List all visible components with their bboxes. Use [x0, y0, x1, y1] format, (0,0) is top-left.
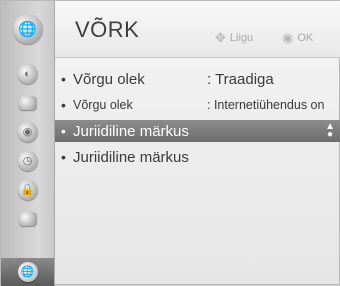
- sidebar-header: 🌐: [1, 1, 54, 57]
- row-bullet: •: [61, 123, 66, 139]
- move-hint: ✥ Liigu: [215, 30, 253, 46]
- sidebar-item-screen[interactable]: [1, 90, 54, 116]
- four-arrows-icon: ✥: [215, 30, 226, 45]
- scroll-arrows-icon: ▲ ●: [325, 121, 335, 140]
- lock-icon: 🔒: [17, 180, 38, 200]
- menu-row-legal-notice[interactable]: • Juriidiline märkus: [61, 146, 340, 168]
- sidebar-item-options[interactable]: [1, 206, 54, 232]
- page-title: VÕRK: [75, 17, 140, 42]
- ok-hint-label: OK: [297, 32, 314, 44]
- row-label: Võrgu olek: [73, 70, 145, 88]
- ok-hint: ◉ OK: [282, 30, 313, 46]
- menu-header: VÕRK ✥ Liigu ◉ OK: [55, 1, 340, 58]
- sidebar-item-picture[interactable]: ◐: [1, 61, 54, 87]
- network-icon: 🌐: [17, 262, 38, 282]
- globe-network-icon: 🌐: [12, 14, 43, 44]
- menu-row-network-status-wired[interactable]: • Võrgu olek : Traadiga: [61, 68, 340, 90]
- network-menu-panel: 🌐 ◐ ◉ ◷ 🔒 🌐 VÕRK ✥ Liigu ◉ OK • Võrgu ol…: [0, 0, 340, 286]
- menu-row-network-status-internet[interactable]: • Võrgu olek : Internetiühendus on: [61, 94, 340, 116]
- speaker-icon: ◉: [17, 122, 38, 142]
- row-label: Juriidiline märkus: [73, 122, 189, 140]
- row-label: Juriidiline märkus: [73, 148, 189, 166]
- row-bullet: •: [61, 149, 66, 165]
- picture-icon: ◐: [17, 64, 38, 84]
- sidebar-item-lock[interactable]: 🔒: [1, 177, 54, 203]
- sidebar-item-time[interactable]: ◷: [1, 148, 54, 174]
- row-bullet: •: [61, 71, 66, 87]
- move-hint-label: Liigu: [229, 32, 254, 44]
- monitor-icon: [18, 96, 37, 110]
- settings-icon: [18, 212, 37, 226]
- menu-row-legal-notice-selected[interactable]: • Juriidiline märkus ▲ ●: [55, 120, 340, 142]
- row-value: : Traadiga: [207, 70, 274, 88]
- row-label: Võrgu olek: [73, 98, 133, 112]
- sidebar-item-audio[interactable]: ◉: [1, 119, 54, 145]
- category-sidebar: 🌐 ◐ ◉ ◷ 🔒 🌐: [1, 1, 55, 286]
- row-value: : Internetiühendus on: [207, 98, 325, 112]
- row-bullet: •: [61, 97, 66, 113]
- ok-button-icon: ◉: [282, 30, 294, 45]
- sidebar-item-network[interactable]: 🌐: [1, 258, 54, 286]
- clock-icon: ◷: [17, 151, 38, 171]
